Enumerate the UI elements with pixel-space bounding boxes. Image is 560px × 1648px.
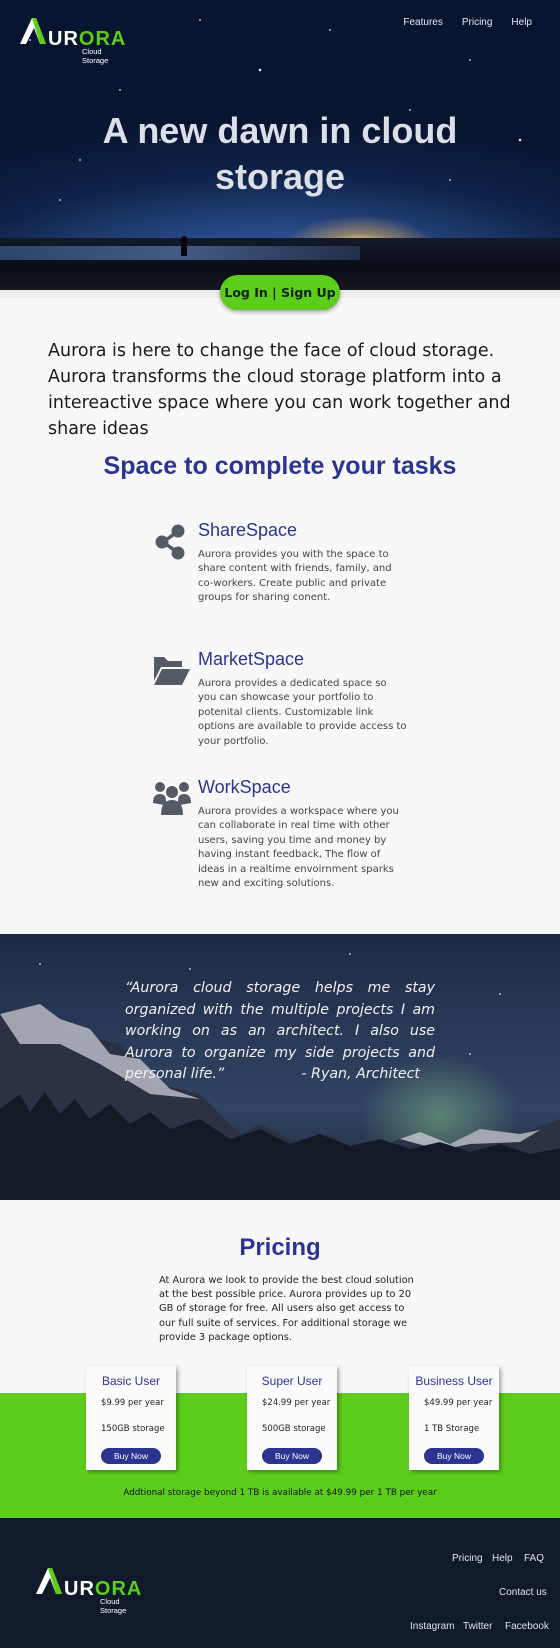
footer-link-contact[interactable]: Contact us [499,1587,547,1598]
nav-features[interactable]: Features [403,17,442,28]
footer-link-facebook[interactable]: Facebook [505,1621,549,1632]
logo-a-icon [20,18,46,44]
footer-link-instagram[interactable]: Instagram [410,1621,454,1632]
footer-link-pricing[interactable]: Pricing [452,1553,483,1564]
header-logo[interactable]: URORA Cloud Storage [18,16,128,65]
plan-storage: 150GB storage [101,1424,165,1434]
pricing-desc: At Aurora we look to provide the best cl… [159,1275,414,1343]
plan-name: Business User [415,1374,493,1388]
top-nav: Features Pricing Help [403,17,532,28]
share-icon [155,524,185,560]
nav-help[interactable]: Help [511,17,532,28]
testimonial-author: - Ryan, Architect [301,1066,420,1082]
buy-now-button[interactable]: Buy Now [262,1448,322,1464]
plan-storage: 1 TB Storage [424,1424,480,1434]
plan-price: $9.99 per year [101,1398,164,1408]
footer-link-faq[interactable]: FAQ [524,1553,544,1564]
feature-desc: Aurora provides a workspace where you ca… [198,806,399,890]
footer-link-help[interactable]: Help [492,1553,513,1564]
feature-title: ShareSpace [198,520,298,540]
plan-price: $24.99 per year [262,1398,331,1408]
pricing-title: Pricing [239,1234,321,1261]
footer-logo: URORA Cloud Storage [34,1566,144,1615]
features-title: Space to complete your tasks [103,452,457,480]
footer-link-twitter[interactable]: Twitter [463,1621,492,1632]
feature-title: MarketSpace [198,649,305,669]
feature-desc: Aurora provides a dedicated space so you… [198,678,407,747]
nav-pricing[interactable]: Pricing [462,17,493,28]
hero-section: URORA Cloud Storage Features Pricing Hel… [0,0,560,298]
testimonial-section: “Aurora cloud storage helps me stay orga… [0,934,560,1200]
users-icon [153,782,191,815]
silhouette-person [181,236,187,256]
footer: URORA Cloud Storage Pricing Help FAQ Con… [0,1518,560,1648]
plan-price: $49.99 per year [424,1398,493,1408]
logo-tagline: Cloud Storage [82,47,109,65]
logo-tagline: Cloud Storage [100,1597,127,1615]
additional-storage-note: Addtional storage beyond 1 TB is availab… [123,1488,437,1498]
plan-card-business: Business User $49.99 per year 1 TB Stora… [409,1366,499,1470]
plan-card-basic: Basic User $9.99 per year 150GB storage … [86,1366,176,1470]
buy-now-button[interactable]: Buy Now [101,1448,161,1464]
buy-now-button[interactable]: Buy Now [424,1448,484,1464]
plan-name: Super User [261,1374,323,1388]
feature-desc: Aurora provides you with the space to sh… [198,549,392,604]
folder-open-icon [154,657,190,685]
feature-title: WorkSpace [198,777,291,797]
hero-title: A new dawn in cloud storage [102,110,458,197]
intro-text: Aurora is here to change the face of clo… [48,341,511,439]
plan-storage: 500GB storage [262,1424,326,1434]
plan-name: Basic User [101,1374,160,1388]
logo-a-icon [36,1568,62,1594]
hero-water [0,246,360,260]
login-signup-button[interactable]: Log In | Sign Up [220,275,340,310]
plan-card-super: Super User $24.99 per year 500GB storage… [247,1366,337,1470]
